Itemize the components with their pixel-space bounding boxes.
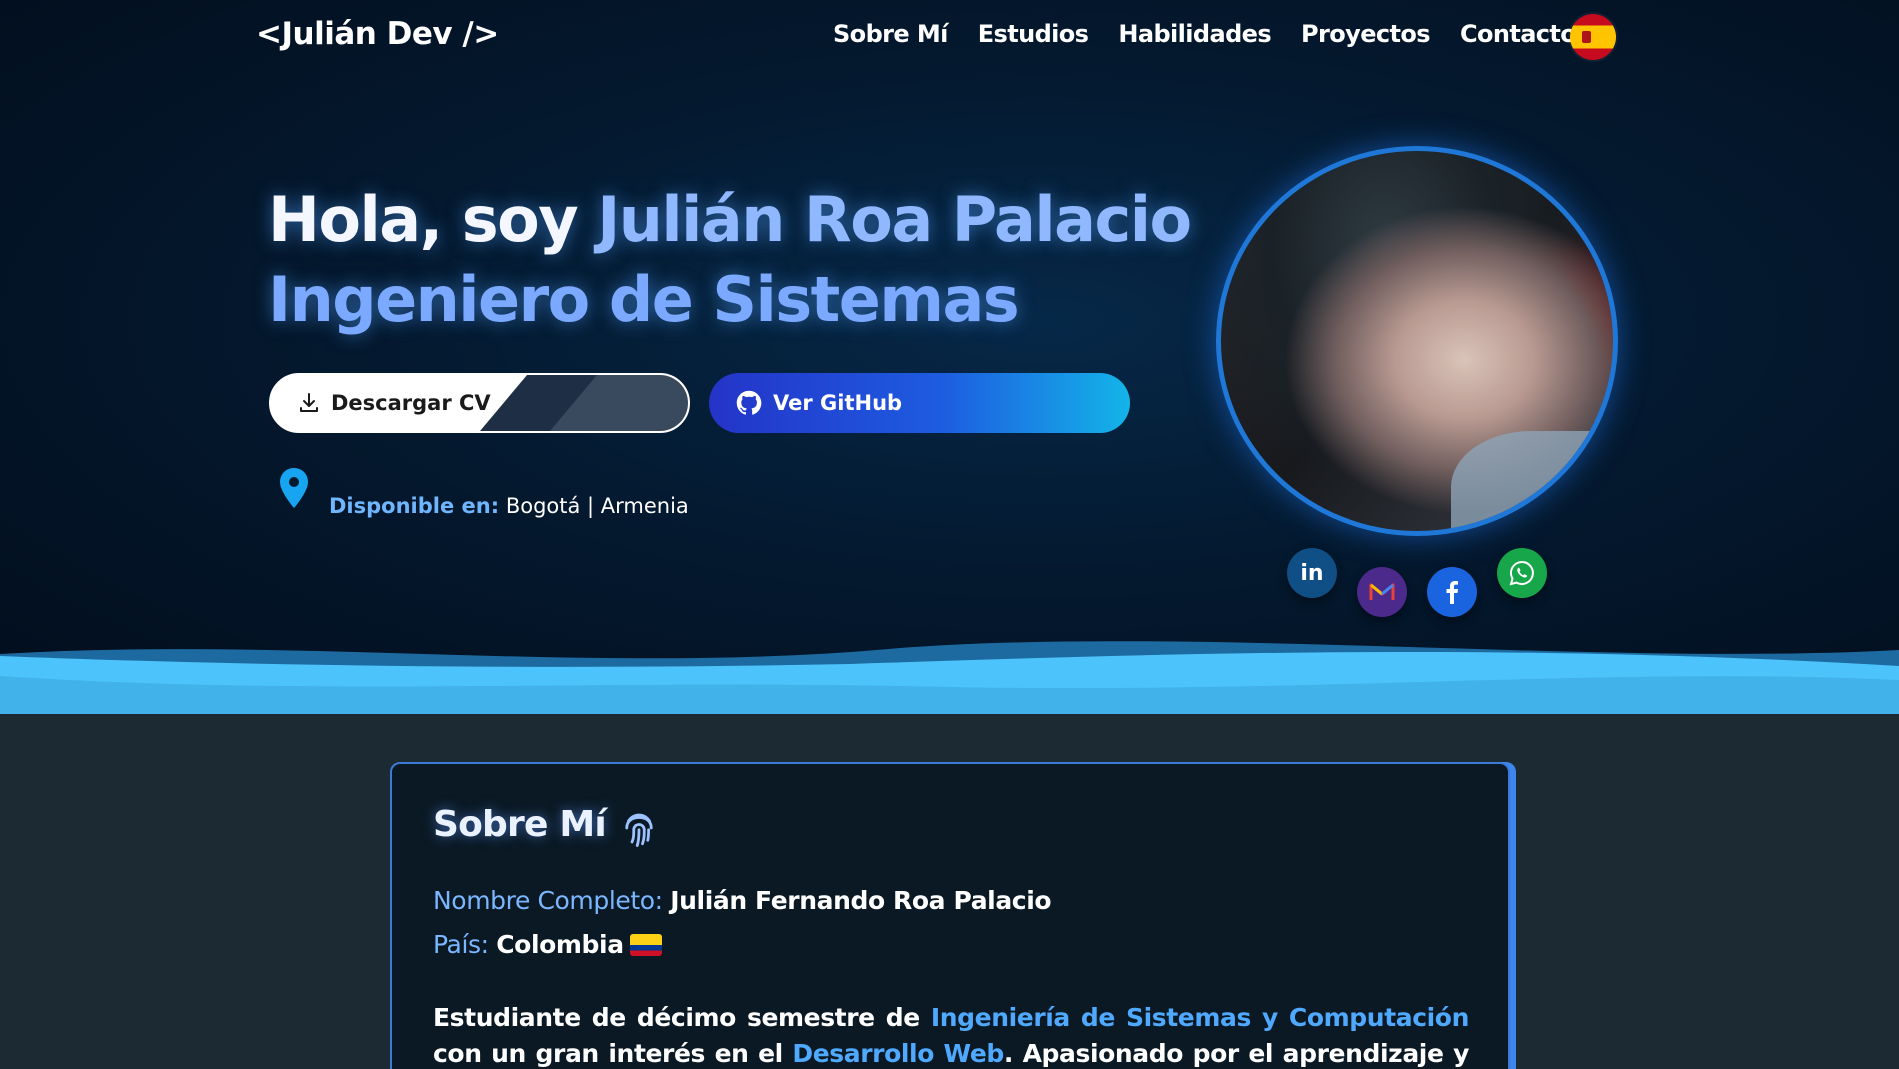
whatsapp-glyph	[1509, 560, 1534, 586]
download-cv-label: Descargar CV	[331, 391, 491, 415]
wave-divider	[0, 641, 1899, 714]
full-name-row: Nombre Completo: Julián Fernando Roa Pal…	[433, 886, 1052, 915]
nav-item-sobre-mi[interactable]: Sobre Mí	[833, 20, 948, 48]
facebook-glyph	[1446, 581, 1458, 604]
gmail-glyph	[1369, 583, 1395, 600]
location-pin-icon	[280, 468, 308, 508]
nav-item-estudios[interactable]: Estudios	[978, 20, 1089, 48]
hero-heading: Hola, soy Julián Roa Palacio Ingeniero d…	[268, 180, 1192, 340]
availability-label: Disponible en:	[329, 494, 500, 518]
site-logo[interactable]: <Julián Dev />	[256, 16, 499, 52]
github-icon	[736, 390, 762, 415]
hero-section: <Julián Dev /> Sobre Mí Estudios Habilid…	[0, 0, 1899, 714]
about-text-1: Estudiante de décimo semestre de	[433, 1003, 931, 1032]
hero-name: Julián Roa Palacio	[597, 183, 1192, 256]
about-paragraph: Estudiante de décimo semestre de Ingenie…	[433, 1000, 1469, 1069]
github-label: Ver GitHub	[773, 391, 903, 415]
download-cv-button[interactable]: Descargar CV	[269, 373, 690, 433]
nav-item-proyectos[interactable]: Proyectos	[1301, 20, 1431, 48]
main-nav: Sobre Mí Estudios Habilidades Proyectos …	[833, 20, 1606, 48]
profile-photo	[1216, 146, 1618, 536]
country-value: Colombia	[496, 930, 624, 959]
full-name-value: Julián Fernando Roa Palacio	[670, 886, 1052, 915]
country-label: País:	[433, 930, 489, 959]
fingerprint-icon	[625, 813, 653, 847]
linkedin-text: in	[1300, 560, 1324, 586]
whatsapp-icon[interactable]	[1497, 548, 1547, 598]
about-highlight-1: Ingeniería de Sistemas y Computación	[930, 1003, 1470, 1032]
about-text-2: con un gran interés en el	[433, 1039, 793, 1068]
availability-text: Disponible en: Bogotá | Armenia	[329, 494, 689, 518]
availability-value: Bogotá | Armenia	[505, 494, 689, 518]
gmail-icon[interactable]	[1357, 567, 1407, 617]
about-title: Sobre Mí	[433, 804, 607, 845]
nav-item-habilidades[interactable]: Habilidades	[1118, 20, 1271, 48]
facebook-icon[interactable]	[1427, 567, 1477, 617]
country-row: País: Colombia	[433, 930, 662, 959]
hero-role: Ingeniero de Sistemas	[268, 263, 1020, 336]
colombia-flag-icon	[629, 934, 662, 956]
linkedin-icon[interactable]: in	[1287, 548, 1337, 598]
hero-greeting: Hola, soy	[268, 183, 598, 256]
nav-item-contacto[interactable]: Contacto	[1460, 20, 1577, 48]
full-name-label: Nombre Completo:	[433, 886, 663, 915]
about-card: Sobre Mí Nombre Completo: Julián Fernand…	[390, 762, 1510, 1069]
spain-flag-icon[interactable]	[1570, 14, 1616, 60]
about-highlight-2: Desarrollo Web	[792, 1039, 1004, 1068]
github-button[interactable]: Ver GitHub	[709, 373, 1130, 433]
download-icon	[300, 393, 318, 412]
